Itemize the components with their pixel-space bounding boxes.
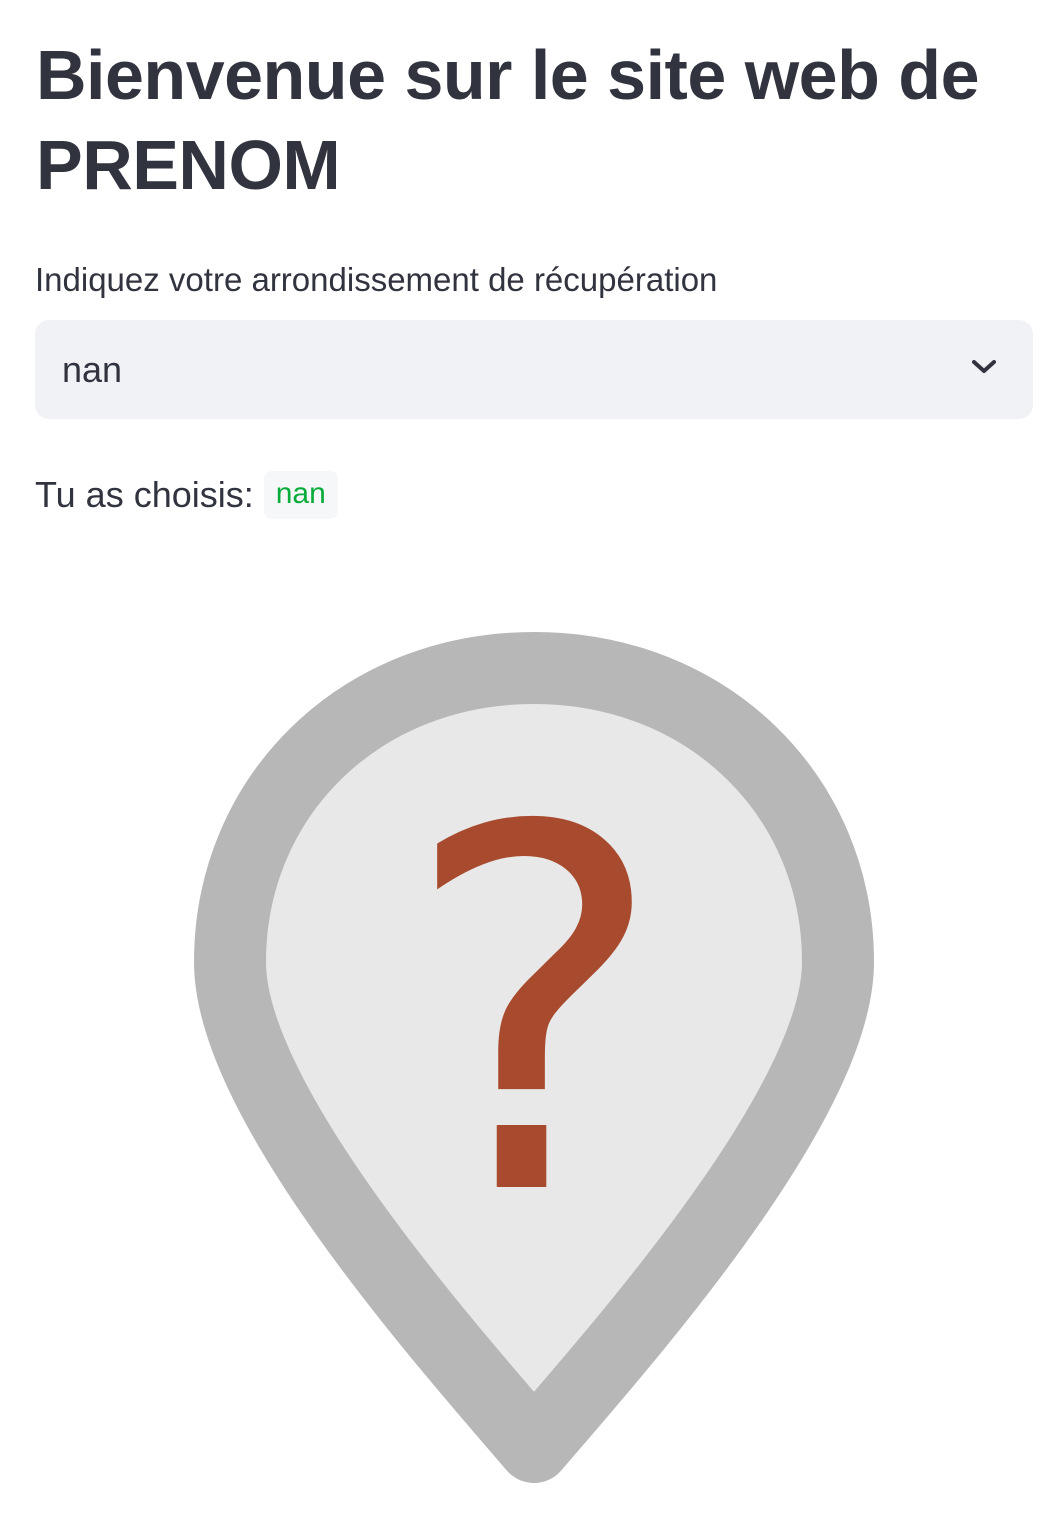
unknown-location-marker-icon: ? [194, 632, 874, 1483]
question-mark-glyph: ? [401, 723, 666, 1305]
chevron-down-icon[interactable] [970, 357, 998, 377]
arrondissement-select[interactable]: nan [35, 320, 1033, 419]
selection-result: Tu as choisis: nan [35, 470, 338, 520]
select-current-value: nan [62, 349, 123, 390]
arrondissement-label: Indiquez votre arrondissement de récupér… [35, 261, 718, 298]
selection-value-code: nan [263, 471, 338, 519]
selection-prefix: Tu as choisis: [35, 474, 254, 515]
page-title: Bienvenue sur le site web de PRENOM [36, 36, 980, 204]
